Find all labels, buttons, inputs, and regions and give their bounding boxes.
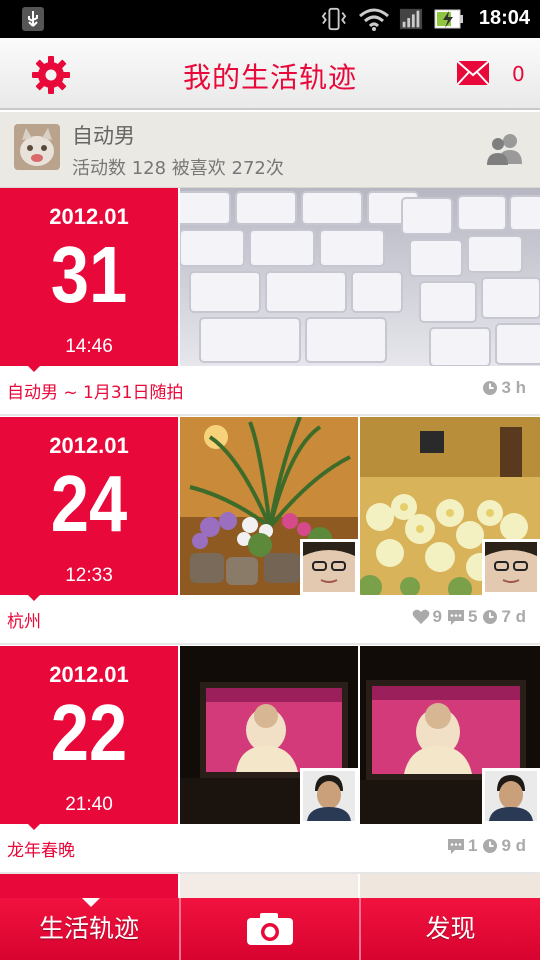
entry-time: 14:46 <box>65 336 113 357</box>
date-pointer <box>26 593 42 601</box>
clock: 18:04 <box>478 7 530 29</box>
entry-day: 24 <box>50 459 128 548</box>
entry-comments: 5 <box>467 607 478 626</box>
friends-icon[interactable] <box>486 132 524 166</box>
bottom-tab-bar: 生活轨迹 发现 <box>0 898 540 960</box>
entry-meta: 3 h <box>482 378 526 398</box>
camera-button[interactable] <box>181 898 359 960</box>
battery-icon <box>434 9 463 29</box>
clock-icon <box>483 610 498 624</box>
signal-icon <box>399 8 423 30</box>
entry-photo[interactable] <box>360 417 540 595</box>
title-bar: 我的生活轨迹 0 <box>0 38 540 110</box>
participant-avatar[interactable] <box>300 768 358 824</box>
entry-caption: 龙年春晚 <box>7 841 75 861</box>
participant-avatar[interactable] <box>482 539 540 595</box>
wifi-icon <box>359 8 389 31</box>
entry-ago: 3 h <box>501 378 526 397</box>
entry-ago: 7 d <box>501 607 526 626</box>
date-box: 2012.01 24 12:33 <box>0 417 178 595</box>
mail-count: 0 <box>512 62 525 86</box>
usb-icon <box>22 7 44 31</box>
date-box: 2012.01 22 21:40 <box>0 646 178 824</box>
profile-stats: 活动数 128 被喜欢 272次 <box>72 158 284 179</box>
timeline-entry[interactable]: 2012.01 22 21:40 龙年春晚 1 9 d <box>0 646 540 874</box>
status-bar: 18:04 <box>0 0 540 38</box>
avatar[interactable] <box>14 124 60 170</box>
entry-time: 12:33 <box>65 565 113 586</box>
entry-photo[interactable] <box>180 646 358 824</box>
clock-icon <box>483 839 498 853</box>
entry-photo[interactable] <box>180 188 540 366</box>
entry-likes: 9 <box>432 607 442 626</box>
entry-year-month: 2012.01 <box>49 662 129 687</box>
heart-icon <box>412 609 429 624</box>
mail-icon[interactable] <box>456 60 490 86</box>
profile-strip[interactable]: 自动男 活动数 128 被喜欢 272次 <box>0 112 540 188</box>
entry-meta: 9 5 7 d <box>412 607 526 627</box>
comment-icon <box>447 839 464 854</box>
entry-comments: 1 <box>467 836 478 855</box>
date-box: 2012.01 31 14:46 <box>0 188 178 366</box>
entry-year-month: 2012.01 <box>49 204 129 229</box>
timeline-entry[interactable]: 2012.01 31 14:46 自动男 ~ 1月31日随拍 3 h <box>0 188 540 416</box>
date-pointer <box>26 822 42 830</box>
entry-ago: 9 d <box>501 836 526 855</box>
tab-discover[interactable]: 发现 <box>361 898 540 960</box>
entry-photo[interactable] <box>180 417 358 595</box>
entry-meta: 1 9 d <box>447 836 526 856</box>
comment-icon <box>447 610 464 625</box>
entry-time: 21:40 <box>65 794 113 815</box>
clock-icon <box>483 381 498 395</box>
entry-day: 31 <box>50 230 128 319</box>
timeline-entry[interactable]: 2012.01 24 12:33 杭州 9 5 7 d <box>0 417 540 645</box>
participant-avatar[interactable] <box>482 768 540 824</box>
entry-caption: 自动男 ~ 1月31日随拍 <box>7 383 184 403</box>
entry-year-month: 2012.01 <box>49 433 129 458</box>
entry-photo[interactable] <box>360 646 540 824</box>
entry-caption: 杭州 <box>7 612 41 632</box>
date-pointer <box>26 364 42 372</box>
vibrate-icon <box>321 7 347 31</box>
participant-avatar[interactable] <box>300 539 358 595</box>
entry-day: 22 <box>50 688 128 777</box>
profile-name: 自动男 <box>72 124 135 148</box>
tab-life-timeline[interactable]: 生活轨迹 <box>0 898 178 960</box>
camera-icon <box>247 913 293 945</box>
